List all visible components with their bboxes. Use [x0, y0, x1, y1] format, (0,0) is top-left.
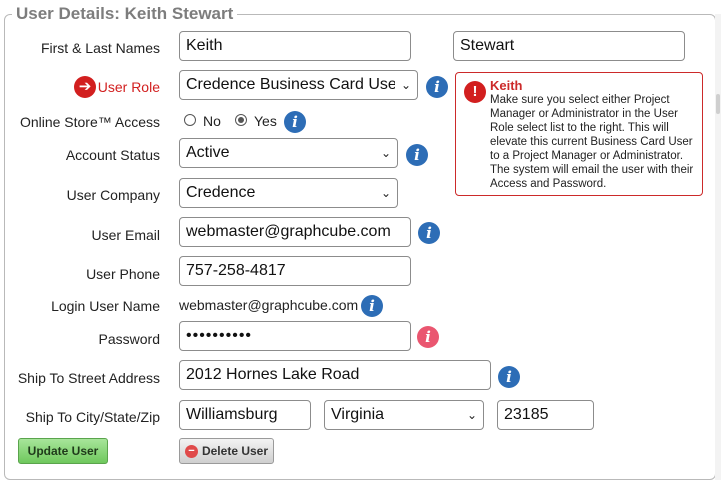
info-icon-online[interactable]: i — [284, 111, 306, 133]
minus-circle-icon: − — [184, 444, 198, 458]
online-no-radio[interactable] — [184, 114, 196, 126]
account-status-value: Active — [186, 144, 230, 161]
online-no-label: No — [203, 113, 221, 129]
password-input[interactable] — [179, 321, 411, 351]
first-name-input[interactable] — [179, 31, 411, 61]
chevron-down-icon: ⌄ — [466, 408, 477, 422]
user-phone-input[interactable] — [179, 256, 411, 286]
account-status-select[interactable]: Active ⌄ — [179, 138, 398, 168]
label-street: Ship To Street Address — [17, 370, 160, 386]
chevron-down-icon: ⌄ — [380, 146, 391, 160]
label-name: First & Last Names — [40, 40, 160, 56]
update-user-button[interactable]: Update User — [18, 438, 108, 464]
login-user-name-value: webmaster@graphcube.com — [179, 297, 359, 313]
label-password: Password — [98, 331, 160, 347]
zip-input[interactable] — [497, 400, 594, 430]
user-role-select[interactable]: Credence Business Card User ⌄ — [179, 70, 418, 100]
info-icon-status[interactable]: i — [406, 144, 428, 166]
exclamation-icon: ! — [464, 81, 486, 103]
info-icon-login[interactable]: i — [361, 295, 383, 317]
label-login: Login User Name — [51, 298, 160, 314]
chevron-down-icon: ⌄ — [380, 186, 391, 200]
scrollbar-thumb[interactable] — [716, 94, 720, 114]
info-icon-role[interactable]: i — [426, 76, 448, 98]
chevron-down-icon: ⌄ — [400, 78, 411, 92]
online-yes-label: Yes — [254, 113, 277, 129]
arrow-right-icon: ➔ — [74, 76, 96, 98]
role-alert-box: ! Keith Make sure you select either Proj… — [455, 72, 703, 196]
info-icon-street[interactable]: i — [498, 366, 520, 388]
online-yes-radio[interactable] — [235, 114, 247, 126]
user-email-input[interactable] — [179, 217, 411, 247]
info-icon-password[interactable]: i — [417, 326, 439, 348]
delete-user-label: Delete User — [201, 444, 269, 458]
label-role: User Role — [97, 79, 160, 95]
city-input[interactable] — [179, 400, 311, 430]
label-status: Account Status — [65, 147, 160, 163]
info-icon-email[interactable]: i — [418, 222, 440, 244]
alert-user-name: Keith — [490, 78, 523, 93]
state-value: Virginia — [331, 406, 385, 423]
label-online-access: Online Store™ Access — [19, 114, 160, 130]
label-city-state-zip: Ship To City/State/Zip — [25, 409, 160, 425]
state-select[interactable]: Virginia ⌄ — [324, 400, 484, 430]
scrollbar[interactable] — [715, 14, 721, 480]
label-company: User Company — [66, 187, 160, 203]
alert-message: Make sure you select either Project Mana… — [490, 94, 694, 190]
last-name-input[interactable] — [453, 31, 685, 61]
label-email: User Email — [91, 227, 160, 243]
user-role-value: Credence Business Card User — [186, 76, 395, 93]
user-company-select[interactable]: Credence ⌄ — [179, 178, 398, 208]
delete-user-button[interactable]: − Delete User — [179, 438, 274, 464]
section-legend: User Details: Keith Stewart — [12, 4, 238, 24]
user-company-value: Credence — [186, 184, 256, 201]
label-phone: User Phone — [86, 266, 160, 282]
street-address-input[interactable] — [179, 360, 491, 390]
